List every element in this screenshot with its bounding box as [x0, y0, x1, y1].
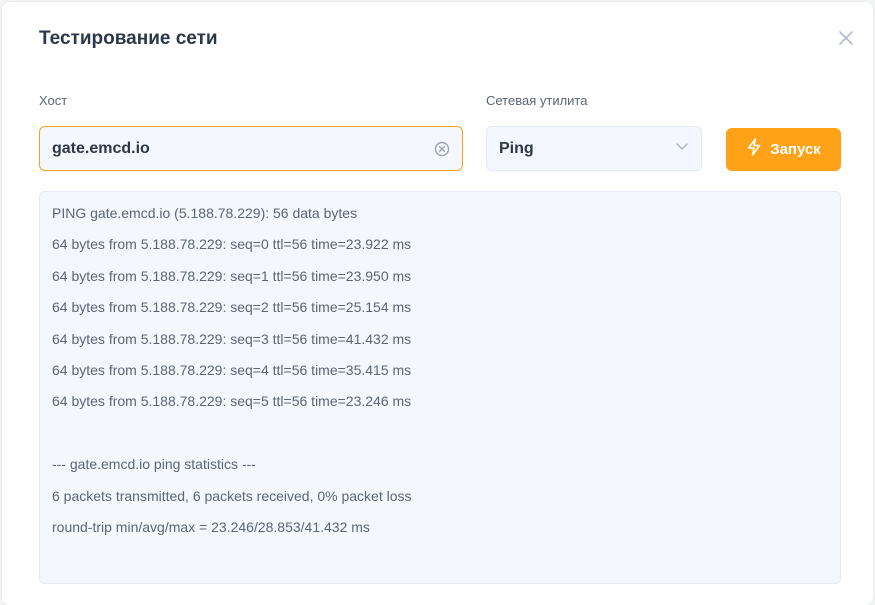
- network-test-dialog: Тестирование сети Хост Сетевая утилита P…: [2, 2, 873, 605]
- run-button[interactable]: Запуск: [726, 128, 841, 171]
- host-label: Хост: [39, 93, 68, 108]
- output-line: round-trip min/avg/max = 23.246/28.853/4…: [52, 518, 370, 535]
- run-button-label: Запуск: [770, 141, 821, 158]
- output-line: 64 bytes from 5.188.78.229: seq=2 ttl=56…: [52, 299, 412, 316]
- dialog-title: Тестирование сети: [39, 28, 218, 49]
- host-input[interactable]: [40, 127, 434, 170]
- output-line: 64 bytes from 5.188.78.229: seq=1 ttl=56…: [52, 267, 412, 284]
- ping-output: PING gate.emcd.io (5.188.78.229): 56 dat…: [39, 191, 841, 584]
- chevron-down-icon: [675, 139, 689, 158]
- output-line: 64 bytes from 5.188.78.229: seq=4 ttl=56…: [52, 361, 412, 378]
- output-line: 64 bytes from 5.188.78.229: seq=5 ttl=56…: [52, 393, 412, 410]
- lightning-icon: [746, 138, 762, 161]
- host-field: [39, 126, 463, 171]
- output-line: 6 packets transmitted, 6 packets receive…: [52, 487, 412, 504]
- close-icon[interactable]: [836, 28, 856, 48]
- output-line: PING gate.emcd.io (5.188.78.229): 56 dat…: [52, 205, 358, 221]
- clear-circle-icon[interactable]: [434, 141, 450, 157]
- utility-label: Сетевая утилита: [486, 93, 588, 108]
- utility-select[interactable]: Ping: [486, 126, 702, 171]
- utility-selected-value: Ping: [499, 139, 534, 157]
- output-line: 64 bytes from 5.188.78.229: seq=3 ttl=56…: [52, 330, 412, 347]
- output-line: --- gate.emcd.io ping statistics ---: [52, 456, 256, 473]
- output-line: 64 bytes from 5.188.78.229: seq=0 ttl=56…: [52, 236, 412, 253]
